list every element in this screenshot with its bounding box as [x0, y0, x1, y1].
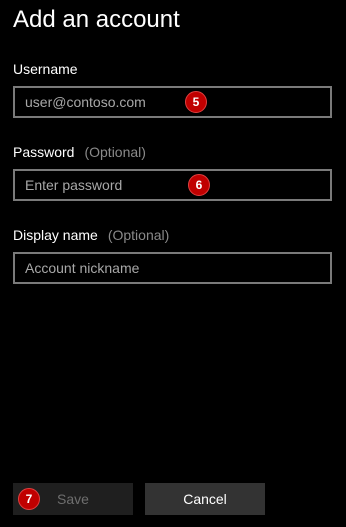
step-badge-5: 5 [185, 91, 207, 113]
password-label-text: Password [13, 144, 75, 160]
password-optional-label: (Optional) [84, 144, 146, 160]
username-input[interactable] [13, 86, 332, 118]
display-name-input[interactable] [13, 252, 332, 284]
cancel-button[interactable]: Cancel [145, 483, 265, 515]
username-label-text: Username [13, 61, 78, 77]
display-name-label: Display name (Optional) [13, 227, 169, 243]
step-badge-7: 7 [18, 488, 40, 510]
display-name-optional-label: (Optional) [107, 227, 170, 243]
username-label: Username [13, 61, 78, 77]
password-input[interactable] [13, 169, 332, 201]
page-title: Add an account [13, 6, 180, 33]
password-label: Password (Optional) [13, 144, 146, 160]
display-name-label-text: Display name [13, 227, 98, 243]
step-badge-6: 6 [188, 174, 210, 196]
